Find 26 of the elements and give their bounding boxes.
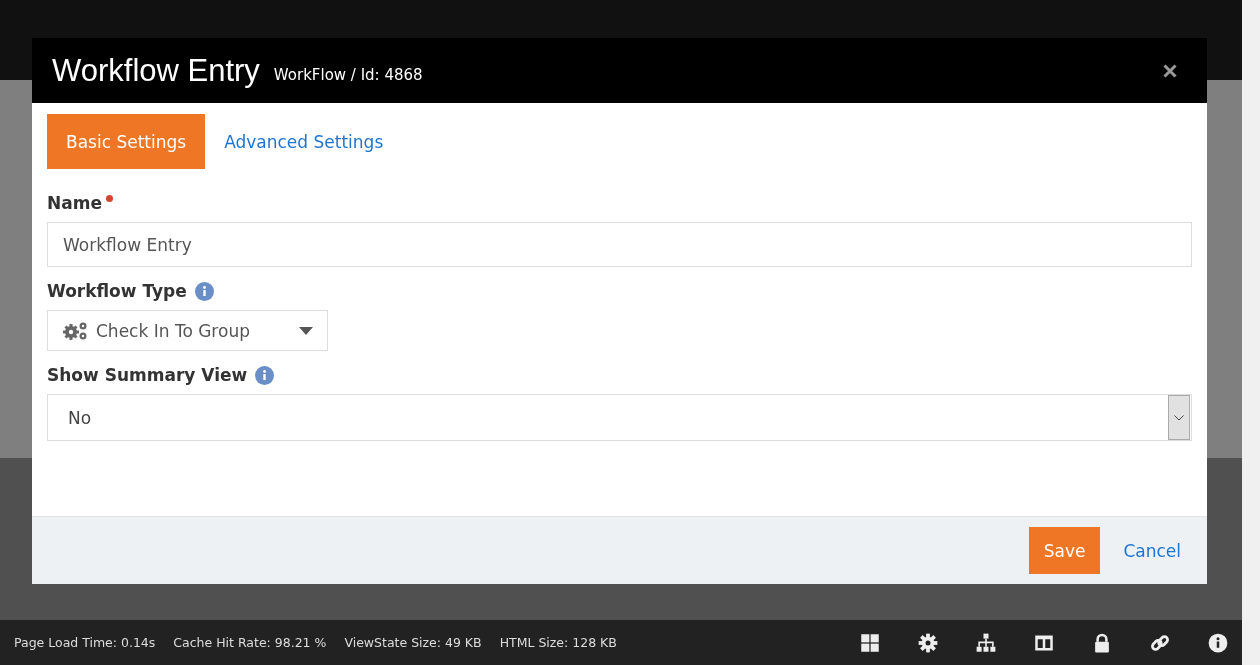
field-label: Name [47, 193, 102, 213]
chevron-down-icon [1174, 414, 1184, 421]
modal-title: Workflow Entry [52, 52, 260, 89]
select-field[interactable]: No [47, 394, 1192, 441]
info-icon[interactable] [1208, 632, 1228, 653]
field-label: Show Summary View [47, 365, 248, 385]
link-icon[interactable] [1150, 632, 1170, 653]
status-stat: Cache Hit Rate: 98.21 % [173, 635, 327, 650]
sitemap-icon[interactable] [976, 632, 996, 653]
gears-icon [62, 320, 88, 341]
caret-icon [299, 326, 313, 335]
grid-icon[interactable] [860, 632, 880, 653]
status-stat: ViewState Size: 49 KB [344, 635, 482, 650]
name-field[interactable]: Workflow Entry [47, 222, 1192, 267]
settings-icon[interactable] [918, 632, 938, 653]
modal-subtitle: WorkFlow / Id: 4868 [273, 65, 423, 84]
lock-icon[interactable] [1092, 632, 1112, 653]
close-icon[interactable] [1163, 63, 1177, 78]
cancel-link[interactable]: Cancel [1123, 540, 1181, 561]
save-button[interactable]: Save [1028, 527, 1101, 574]
tab[interactable]: Basic Settings [47, 114, 206, 169]
tab[interactable]: Advanced Settings [205, 114, 403, 169]
workflow-type-picker[interactable]: Check In To Group [47, 310, 328, 351]
status-stat: Page Load Time: 0.14s [14, 635, 156, 650]
field-label: Workflow Type [47, 281, 187, 301]
status-stat: HTML Size: 128 KB [499, 635, 617, 650]
